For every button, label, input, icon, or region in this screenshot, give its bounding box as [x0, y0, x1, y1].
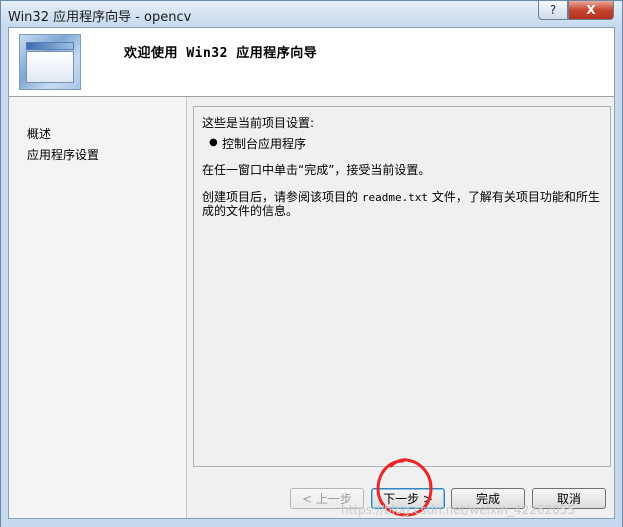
sidebar-item-app-settings[interactable]: 应用程序设置	[27, 146, 99, 163]
wizard-client-area: 欢迎使用 Win32 应用程序向导 概述 应用程序设置 这些是当前项目设置: ●…	[8, 27, 615, 519]
help-button[interactable]: ?	[538, 1, 568, 20]
close-icon: X	[586, 3, 596, 17]
wizard-sidebar: 概述 应用程序设置	[9, 97, 187, 518]
intro-text: 这些是当前项目设置:	[202, 116, 315, 130]
setting-item-console-app: 控制台应用程序	[222, 137, 307, 151]
page-title: 欢迎使用 Win32 应用程序向导	[124, 46, 318, 61]
instruction-text: 在任一窗口中单击“完成”，接受当前设置。	[202, 163, 431, 177]
wizard-window-icon	[19, 34, 81, 90]
bullet-icon: ●	[209, 137, 218, 148]
window-title: Win32 应用程序向导 - opencv	[8, 10, 192, 25]
sidebar-item-overview[interactable]: 概述	[27, 125, 51, 142]
help-icon: ?	[549, 3, 557, 17]
wizard-header: 欢迎使用 Win32 应用程序向导	[9, 28, 614, 97]
wizard-window: Win32 应用程序向导 - opencv ? X 欢迎使用 Win32 应用程…	[0, 0, 623, 527]
readme-note-line2: 成的文件的信息。	[202, 204, 299, 218]
watermark-text: https://blog.csdn.net/weixin_42262055	[341, 503, 576, 517]
close-button[interactable]: X	[568, 1, 614, 20]
title-bar[interactable]: Win32 应用程序向导 - opencv ? X	[1, 1, 622, 27]
readme-filename: readme.txt	[361, 191, 429, 204]
settings-summary-panel: 这些是当前项目设置: ● 控制台应用程序 在任一窗口中单击“完成”，接受当前设置…	[193, 106, 611, 467]
wizard-content: 这些是当前项目设置: ● 控制台应用程序 在任一窗口中单击“完成”，接受当前设置…	[187, 97, 614, 518]
